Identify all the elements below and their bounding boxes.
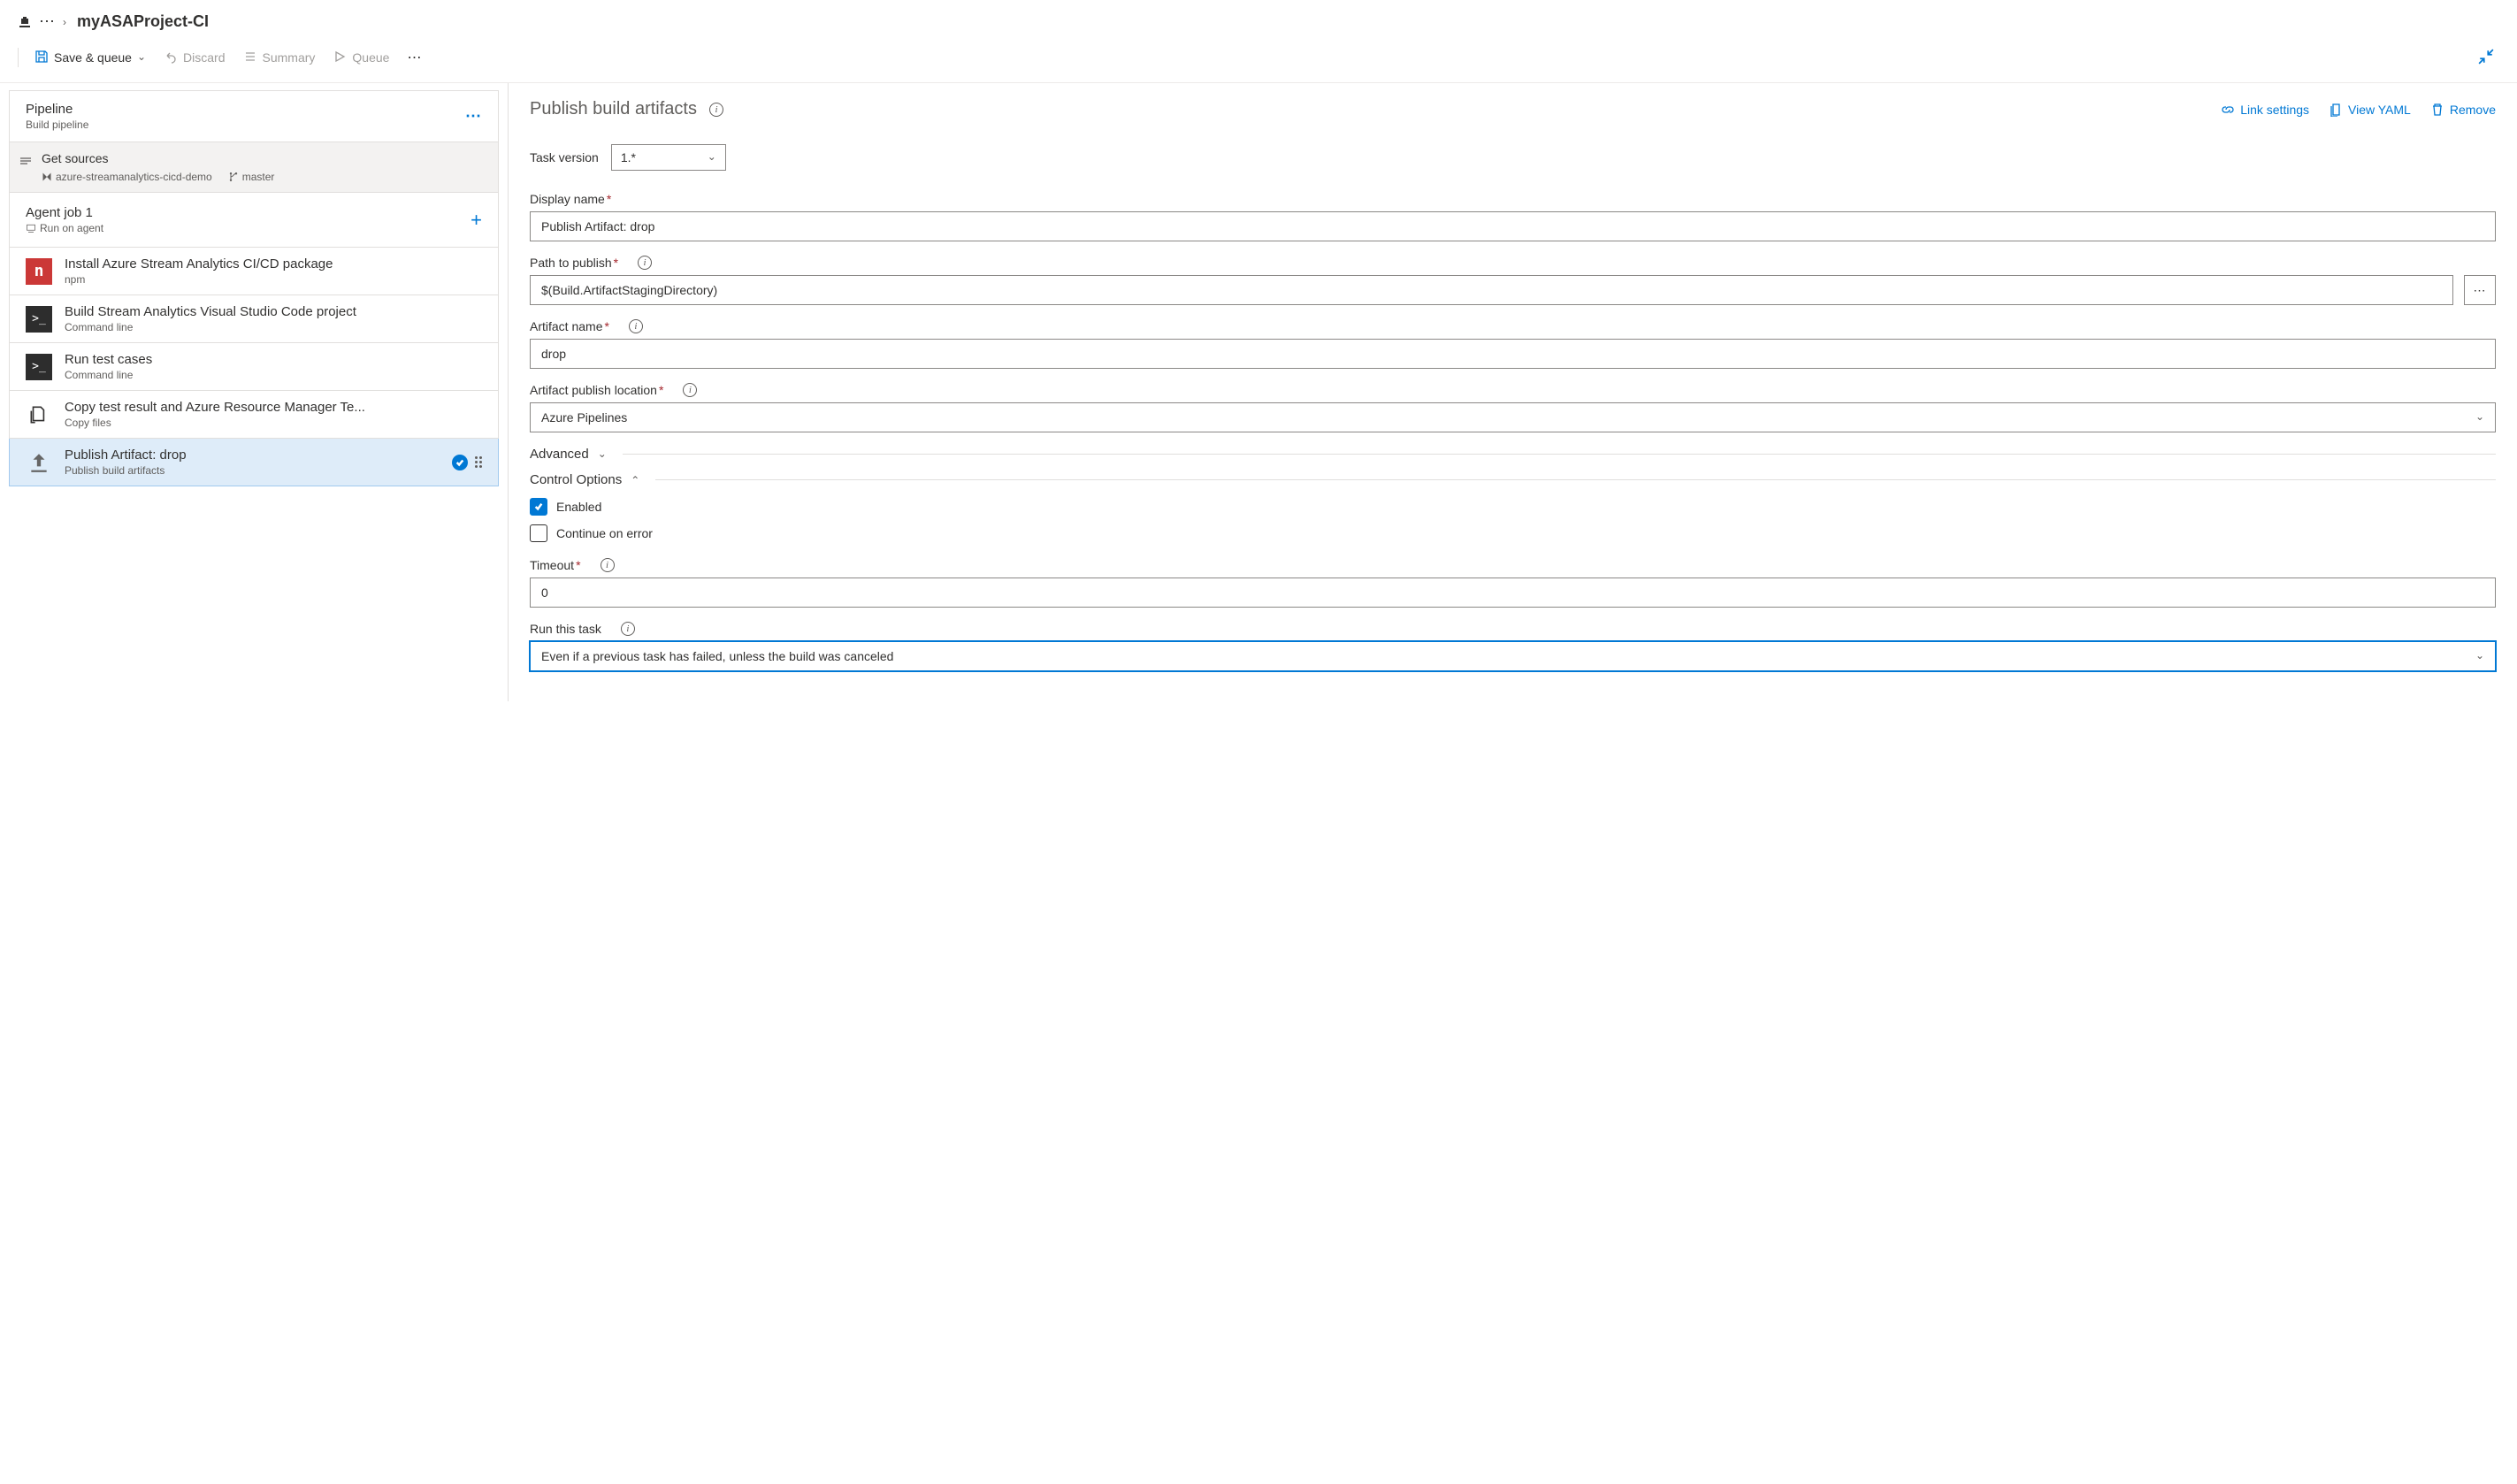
save-icon bbox=[34, 50, 49, 66]
undo-icon bbox=[164, 50, 178, 66]
info-icon[interactable]: i bbox=[683, 383, 697, 397]
queue-label: Queue bbox=[352, 50, 389, 65]
pipeline-subtitle: Build pipeline bbox=[26, 119, 88, 131]
advanced-section-toggle[interactable]: Advanced ⌄ bbox=[530, 447, 2496, 462]
task-row[interactable]: >_ Run test cases Command line bbox=[9, 343, 499, 391]
summary-label: Summary bbox=[263, 50, 316, 65]
drag-handle-icon[interactable] bbox=[475, 456, 482, 468]
task-subtitle: Command line bbox=[65, 321, 356, 333]
panel-title: Publish build artifacts i bbox=[530, 99, 723, 119]
task-row[interactable]: Copy test result and Azure Resource Mana… bbox=[9, 391, 499, 439]
sources-branch: master bbox=[228, 171, 275, 183]
display-name-label: Display name* bbox=[530, 192, 611, 206]
task-row-selected[interactable]: Publish Artifact: drop Publish build art… bbox=[9, 439, 499, 486]
breadcrumb: ⋯ › myASAProject-CI bbox=[0, 0, 2517, 36]
timeout-label: Timeout* bbox=[530, 558, 581, 572]
enabled-label: Enabled bbox=[556, 500, 601, 514]
page-title: myASAProject-CI bbox=[73, 12, 209, 31]
task-title: Run test cases bbox=[65, 352, 152, 367]
chevron-up-icon: ⌃ bbox=[631, 474, 639, 486]
chevron-down-icon: ⌄ bbox=[2475, 410, 2484, 423]
breadcrumb-overflow[interactable]: ⋯ bbox=[39, 12, 56, 31]
sources-repo: azure-streamanalytics-cicd-demo bbox=[42, 171, 212, 183]
task-valid-icon bbox=[452, 455, 468, 470]
artifact-name-input[interactable] bbox=[530, 339, 2496, 369]
run-task-select[interactable]: Even if a previous task has failed, unle… bbox=[530, 641, 2496, 671]
chevron-down-icon: ⌄ bbox=[2475, 649, 2484, 662]
play-icon bbox=[333, 50, 347, 66]
timeout-input[interactable] bbox=[530, 578, 2496, 608]
browse-button[interactable]: ⋯ bbox=[2464, 275, 2496, 305]
pipeline-more-button[interactable]: ⋯ bbox=[465, 107, 482, 126]
sources-title: Get sources bbox=[42, 151, 274, 165]
pipeline-title: Pipeline bbox=[26, 102, 88, 117]
chevron-down-icon: ⌄ bbox=[598, 447, 607, 460]
task-title: Build Stream Analytics Visual Studio Cod… bbox=[65, 304, 356, 319]
commandline-icon: >_ bbox=[26, 306, 52, 333]
pipeline-icon bbox=[18, 15, 32, 29]
save-queue-button[interactable]: Save & queue ⌄ bbox=[27, 46, 153, 70]
save-queue-label: Save & queue bbox=[54, 50, 132, 65]
divider bbox=[18, 48, 19, 67]
sources-icon bbox=[19, 154, 33, 171]
info-icon[interactable]: i bbox=[601, 558, 615, 572]
view-yaml-button[interactable]: View YAML bbox=[2329, 103, 2411, 117]
collapse-panel-button[interactable] bbox=[2478, 49, 2494, 67]
continue-label: Continue on error bbox=[556, 526, 653, 540]
task-subtitle: Publish build artifacts bbox=[65, 464, 187, 477]
agent-job-subtitle: Run on agent bbox=[26, 222, 103, 234]
task-subtitle: Copy files bbox=[65, 417, 365, 429]
pipeline-task-list: Pipeline Build pipeline ⋯ Get sources az… bbox=[0, 83, 509, 701]
agent-job[interactable]: Agent job 1 Run on agent + bbox=[9, 193, 499, 248]
queue-button[interactable]: Queue bbox=[325, 46, 396, 70]
task-version-select[interactable]: 1.* ⌄ bbox=[611, 144, 726, 171]
npm-icon: n bbox=[26, 258, 52, 285]
task-subtitle: Command line bbox=[65, 369, 152, 381]
discard-label: Discard bbox=[183, 50, 225, 65]
task-title: Install Azure Stream Analytics CI/CD pac… bbox=[65, 256, 333, 272]
task-title: Copy test result and Azure Resource Mana… bbox=[65, 400, 365, 415]
remove-button[interactable]: Remove bbox=[2430, 103, 2496, 117]
info-icon[interactable]: i bbox=[621, 622, 635, 636]
discard-button[interactable]: Discard bbox=[157, 46, 232, 70]
publish-location-select[interactable]: Azure Pipelines ⌄ bbox=[530, 402, 2496, 432]
upload-icon bbox=[26, 449, 52, 476]
add-task-button[interactable]: + bbox=[471, 209, 482, 232]
agent-job-title: Agent job 1 bbox=[26, 205, 103, 220]
publish-location-label: Artifact publish location* bbox=[530, 383, 663, 397]
path-label: Path to publish* bbox=[530, 256, 618, 270]
summary-button[interactable]: Summary bbox=[236, 46, 323, 70]
task-version-label: Task version bbox=[530, 150, 599, 164]
task-title: Publish Artifact: drop bbox=[65, 447, 187, 463]
run-task-label: Run this task bbox=[530, 622, 601, 636]
repo-name: azure-streamanalytics-cicd-demo bbox=[56, 171, 212, 183]
task-row[interactable]: >_ Build Stream Analytics Visual Studio … bbox=[9, 295, 499, 343]
commandline-icon: >_ bbox=[26, 354, 52, 380]
chevron-down-icon: ⌄ bbox=[137, 50, 146, 63]
enabled-checkbox[interactable] bbox=[530, 498, 547, 516]
control-options-section-toggle[interactable]: Control Options ⌃ bbox=[530, 472, 2496, 487]
artifact-name-label: Artifact name* bbox=[530, 319, 609, 333]
info-icon[interactable]: i bbox=[709, 103, 723, 117]
get-sources[interactable]: Get sources azure-streamanalytics-cicd-d… bbox=[9, 142, 499, 193]
info-icon[interactable]: i bbox=[638, 256, 652, 270]
branch-name: master bbox=[242, 171, 275, 183]
task-detail-panel: Publish build artifacts i Link settings … bbox=[509, 83, 2517, 701]
info-icon[interactable]: i bbox=[629, 319, 643, 333]
toolbar-more[interactable]: ⋯ bbox=[400, 45, 429, 70]
chevron-down-icon: ⌄ bbox=[708, 150, 716, 163]
list-icon bbox=[243, 50, 257, 66]
copy-files-icon bbox=[26, 402, 52, 428]
toolbar: Save & queue ⌄ Discard Summary Queue ⋯ bbox=[0, 36, 2517, 82]
pipeline-header[interactable]: Pipeline Build pipeline ⋯ bbox=[9, 90, 499, 142]
display-name-input[interactable] bbox=[530, 211, 2496, 241]
chevron-right-icon: › bbox=[63, 16, 66, 28]
link-settings-button[interactable]: Link settings bbox=[2221, 103, 2309, 117]
continue-on-error-checkbox[interactable] bbox=[530, 524, 547, 542]
path-input[interactable] bbox=[530, 275, 2453, 305]
task-row[interactable]: n Install Azure Stream Analytics CI/CD p… bbox=[9, 248, 499, 295]
task-subtitle: npm bbox=[65, 273, 333, 286]
